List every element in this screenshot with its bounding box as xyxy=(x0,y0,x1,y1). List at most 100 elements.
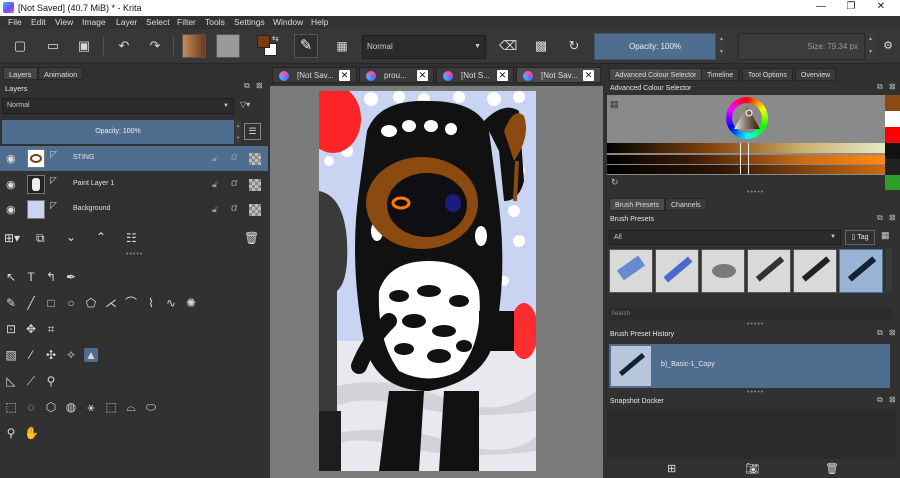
close-tab-icon[interactable]: ✕ xyxy=(497,70,508,81)
close-docker-icon[interactable]: ⊠ xyxy=(889,213,896,222)
tab-layers[interactable]: Layers xyxy=(3,67,38,80)
tab-tool-options[interactable]: Tool Options xyxy=(742,68,793,81)
calligraphy-icon[interactable]: ✒ xyxy=(64,270,78,284)
move-layer-down-icon[interactable]: ⌄ xyxy=(66,230,76,244)
zoom-tool-icon[interactable]: ⚲ xyxy=(4,426,18,440)
eye-visibility-icon[interactable]: ◉ xyxy=(6,178,16,191)
menu-file[interactable]: File xyxy=(8,17,22,27)
magnetic-selection-icon[interactable]: ⬭ xyxy=(144,400,158,414)
alpha-lock-icon[interactable]: α xyxy=(231,202,237,214)
snapshot-list[interactable] xyxy=(607,409,896,459)
bezier-selection-icon[interactable]: ⌓ xyxy=(124,400,138,414)
gradient-selector-button[interactable] xyxy=(182,34,206,58)
color-picker-icon[interactable]: ⁄ xyxy=(24,348,38,362)
close-docker-icon[interactable]: ⊠ xyxy=(256,81,263,90)
menu-edit[interactable]: Edit xyxy=(31,17,46,27)
line-tool-icon[interactable]: ╱ xyxy=(24,296,38,310)
lock-icon[interactable]: 🔓︎ xyxy=(212,179,218,190)
multibrush-icon[interactable]: ✺ xyxy=(184,296,198,310)
reload-preset-icon[interactable]: ↻ xyxy=(566,38,582,54)
add-layer-icon[interactable]: ⊞▾ xyxy=(4,231,20,245)
menu-window[interactable]: Window xyxy=(273,17,303,27)
inherit-alpha-icon[interactable] xyxy=(249,204,261,216)
camera-icon[interactable]: 📷︎ xyxy=(745,462,759,475)
layer-name[interactable]: Paint Layer 1 xyxy=(73,180,114,187)
preserve-alpha-icon[interactable]: ▩ xyxy=(533,38,549,54)
shade-bar-1[interactable] xyxy=(607,143,885,153)
colorize-mask-icon[interactable]: ✣ xyxy=(44,348,58,362)
reference-images-icon[interactable]: ⚲ xyxy=(44,374,58,388)
close-tab-icon[interactable]: ✕ xyxy=(583,70,594,81)
eraser-mode-icon[interactable]: ⌫ xyxy=(499,38,517,54)
document-tab[interactable]: prou... ✕ xyxy=(359,67,434,83)
menu-settings[interactable]: Settings xyxy=(234,17,265,27)
menu-filter[interactable]: Filter xyxy=(177,17,196,27)
polygonal-selection-icon[interactable]: ⬡ xyxy=(44,400,58,414)
tab-overview[interactable]: Overview xyxy=(795,68,837,81)
document-tab[interactable]: [Not S... ✕ xyxy=(436,67,514,83)
assistant-tool-icon[interactable]: ◺ xyxy=(4,374,18,388)
layer-blend-mode-select[interactable]: Normal ▼ xyxy=(2,98,234,114)
close-tab-icon[interactable]: ✕ xyxy=(339,70,350,81)
add-snapshot-icon[interactable]: ⊞ xyxy=(667,462,676,475)
document-tab-active[interactable]: [Not Sav... ✕ xyxy=(516,67,601,83)
polyline-tool-icon[interactable]: ⋌ xyxy=(104,296,118,310)
measure-tool-icon[interactable]: ⟋ xyxy=(24,374,38,388)
layer-filter-icon[interactable]: ▽▾ xyxy=(240,100,250,109)
dynamic-brush-icon[interactable]: ∿ xyxy=(164,296,178,310)
brush-search-input[interactable]: Search xyxy=(609,308,892,320)
brush-preset-eraser[interactable] xyxy=(609,249,653,293)
edit-brush-settings-icon[interactable]: ▦ xyxy=(334,38,350,54)
fill-tool-icon[interactable]: ▲ xyxy=(84,348,98,362)
alpha-lock-icon[interactable]: α xyxy=(231,151,237,163)
layer-row[interactable]: ◉ ◸ Paint Layer 1 🔓︎ α xyxy=(0,172,268,197)
shade-bar-2[interactable] xyxy=(607,155,885,164)
close-tab-icon[interactable]: ✕ xyxy=(417,70,428,81)
delete-snapshot-icon[interactable]: 🗑︎ xyxy=(825,462,839,475)
layer-properties-sliders-icon[interactable]: ☷ xyxy=(126,231,137,245)
menu-tools[interactable]: Tools xyxy=(205,17,225,27)
document-tab[interactable]: [Not Sav... ✕ xyxy=(272,67,357,83)
magic-wand-icon[interactable]: ⚹ xyxy=(84,400,98,414)
close-docker-icon[interactable]: ⊠ xyxy=(889,395,896,404)
duplicate-layer-icon[interactable]: ⧉ xyxy=(36,231,45,246)
size-spinner[interactable]: ▲ ▼ xyxy=(866,33,875,60)
freehand-selection-icon[interactable]: ◍ xyxy=(64,400,78,414)
rectangle-tool-icon[interactable]: □ xyxy=(44,296,58,310)
move-tool-icon[interactable]: ✥ xyxy=(24,322,38,336)
float-docker-icon[interactable]: ⧉ xyxy=(877,328,883,338)
freehand-path-icon[interactable]: ⌇ xyxy=(144,296,158,310)
save-icon[interactable]: ▣ xyxy=(76,38,92,54)
close-docker-icon[interactable]: ⊠ xyxy=(889,328,896,337)
layer-opacity-spinner[interactable]: ▲ ▼ xyxy=(235,120,241,144)
eye-visibility-icon[interactable]: ◉ xyxy=(6,203,16,216)
lock-icon[interactable]: 🔓︎ xyxy=(212,204,218,215)
eye-visibility-icon[interactable]: ◉ xyxy=(6,152,16,165)
gradient-tool-icon[interactable]: ▧ xyxy=(4,348,18,362)
float-docker-icon[interactable]: ⧉ xyxy=(877,213,883,223)
redo-icon[interactable]: ↷ xyxy=(147,38,163,54)
refresh-colour-icon[interactable]: ↻ xyxy=(611,177,619,188)
polygon-tool-icon[interactable]: ⬠ xyxy=(84,296,98,310)
sv-triangle[interactable] xyxy=(733,105,761,131)
move-layer-up-icon[interactable]: ⌃ xyxy=(96,230,106,244)
close-docker-icon[interactable]: ⊠ xyxy=(889,82,896,91)
pan-tool-icon[interactable]: ✋ xyxy=(24,426,39,440)
fg-bg-color-selector[interactable]: ⇆ xyxy=(256,34,280,58)
open-folder-icon[interactable]: ▭ xyxy=(45,38,61,54)
canvas-artwork[interactable] xyxy=(319,91,536,471)
brush-scrollbar[interactable] xyxy=(886,249,892,293)
opacity-spinner[interactable]: ▲ ▼ xyxy=(717,33,726,60)
wrench-icon[interactable]: ⚙ xyxy=(880,38,896,54)
close-window-button[interactable]: ✕ xyxy=(866,1,896,15)
text-tool-icon[interactable]: T xyxy=(24,270,38,284)
opacity-slider[interactable]: Opacity: 100% xyxy=(594,33,716,60)
alpha-lock-icon[interactable]: α xyxy=(231,177,237,189)
float-docker-icon[interactable]: ⧉ xyxy=(877,395,883,405)
foreground-color-swatch[interactable] xyxy=(257,35,270,48)
undo-icon[interactable]: ↶ xyxy=(116,38,132,54)
brush-preset-airbrush[interactable] xyxy=(701,249,745,293)
transform-tool-icon[interactable]: ⊡ xyxy=(4,322,18,336)
brush-preset-marker[interactable] xyxy=(793,249,837,293)
menu-select[interactable]: Select xyxy=(146,17,170,27)
